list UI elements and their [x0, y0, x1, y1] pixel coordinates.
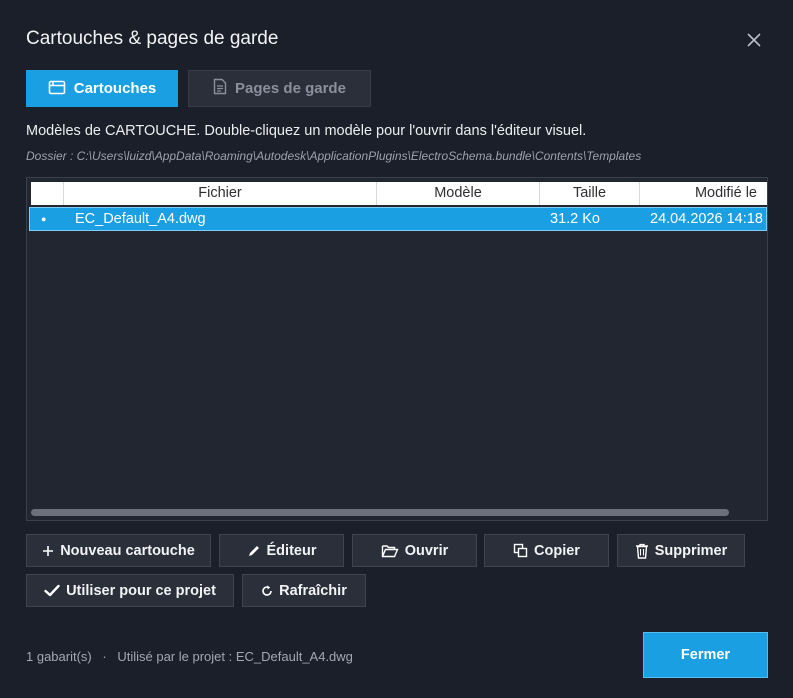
folder-path: Dossier : C:\Users\luizd\AppData\Roaming… — [26, 149, 642, 163]
tab-pages-de-garde[interactable]: Pages de garde — [188, 70, 371, 107]
row-file: EC_Default_A4.dwg — [75, 211, 206, 227]
button-label: Copier — [534, 542, 580, 559]
header-taille[interactable]: Taille — [540, 182, 640, 205]
status-bar: 1 gabarit(s) · Utilisé par le projet : E… — [26, 649, 353, 664]
header-marker-column — [31, 182, 64, 205]
header-modele[interactable]: Modèle — [377, 182, 540, 205]
templates-dialog: Cartouches & pages de garde Cartouches P… — [0, 0, 793, 698]
tab-label: Cartouches — [73, 80, 157, 97]
use-for-project-button[interactable]: Utiliser pour ce projet — [26, 574, 234, 607]
row-size: 31.2 Ko — [550, 211, 600, 227]
template-count: 1 gabarit(s) — [26, 649, 92, 664]
document-icon — [213, 78, 227, 99]
tab-label: Pages de garde — [235, 80, 346, 97]
table-row[interactable]: ● EC_Default_A4.dwg 31.2 Ko 24.04.2026 1… — [29, 207, 767, 231]
new-cartouche-button[interactable]: Nouveau cartouche — [26, 534, 211, 567]
copy-icon — [513, 543, 528, 558]
editor-button[interactable]: Éditeur — [219, 534, 344, 567]
folder-open-icon — [381, 544, 399, 558]
row-model — [377, 207, 537, 231]
button-label: Éditeur — [266, 542, 317, 559]
horizontal-scrollbar[interactable] — [31, 509, 729, 516]
project-template-status: Utilisé par le projet : EC_Default_A4.dw… — [117, 649, 353, 664]
row-modified: 24.04.2026 14:18 — [650, 211, 763, 227]
close-icon[interactable] — [743, 29, 765, 51]
tab-cartouches[interactable]: Cartouches — [26, 70, 178, 107]
delete-button[interactable]: Supprimer — [617, 534, 745, 567]
cartouche-icon — [48, 79, 66, 99]
refresh-button[interactable]: Rafraîchir — [242, 574, 366, 607]
button-label: Nouveau cartouche — [60, 542, 195, 559]
table-header: Fichier Modèle Taille Modifié le — [31, 182, 767, 205]
button-label: Rafraîchir — [279, 582, 347, 599]
description-text: Modèles de CARTOUCHE. Double-cliquez un … — [26, 123, 587, 139]
plus-icon — [42, 545, 54, 557]
trash-icon — [635, 543, 649, 559]
copy-button[interactable]: Copier — [484, 534, 609, 567]
dialog-title: Cartouches & pages de garde — [26, 28, 279, 49]
open-button[interactable]: Ouvrir — [352, 534, 477, 567]
button-label: Utiliser pour ce projet — [66, 582, 216, 599]
pencil-icon — [247, 544, 261, 558]
close-button[interactable]: Fermer — [643, 632, 768, 678]
header-fichier[interactable]: Fichier — [64, 182, 377, 205]
refresh-icon — [261, 585, 273, 597]
status-separator: · — [102, 649, 107, 664]
check-icon — [44, 584, 60, 597]
row-marker: ● — [41, 214, 47, 224]
templates-table[interactable]: Fichier Modèle Taille Modifié le ● EC_De… — [26, 177, 768, 521]
button-label: Ouvrir — [404, 542, 449, 559]
button-label: Supprimer — [654, 542, 728, 559]
header-modifie[interactable]: Modifié le — [640, 182, 767, 205]
